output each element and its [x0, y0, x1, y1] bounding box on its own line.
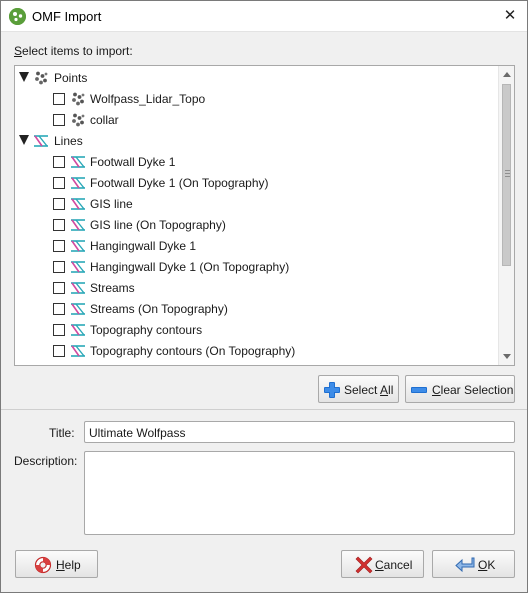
tree-item-label: Streams (On Topography): [90, 302, 228, 316]
tree-group-lines[interactable]: Lines: [15, 130, 499, 151]
omf-import-dialog: OMF Import ✕ Select items to import: Poi…: [0, 0, 528, 593]
item-checkbox[interactable]: [53, 303, 65, 315]
item-checkbox[interactable]: [53, 240, 65, 252]
lines-icon: [70, 154, 86, 170]
tree-group-label: Lines: [54, 134, 83, 148]
item-checkbox[interactable]: [53, 324, 65, 336]
tree-item[interactable]: Hangingwall Dyke 1 (On Topography): [15, 256, 499, 277]
tree-item[interactable]: Topography contours (On Topography): [15, 340, 499, 361]
plus-icon: [324, 382, 340, 398]
lines-icon: [70, 259, 86, 275]
lines-icon: [70, 196, 86, 212]
scroll-down-arrow-icon[interactable]: [503, 354, 511, 359]
lines-icon: [70, 217, 86, 233]
items-tree[interactable]: Points Wolfpass_Lidar_Topocollar Lines Foot…: [14, 65, 515, 366]
tree-item-label: Topography contours (On Topography): [90, 344, 296, 358]
ok-button[interactable]: OK: [432, 550, 515, 578]
title-field[interactable]: Ultimate Wolfpass: [84, 421, 515, 443]
item-checkbox[interactable]: [53, 198, 65, 210]
tree-group-points[interactable]: Points: [15, 67, 499, 88]
scroll-thumb[interactable]: [502, 84, 511, 266]
tree-group-label: Points: [54, 71, 88, 85]
item-checkbox[interactable]: [53, 282, 65, 294]
tree-item-label: Topography contours: [90, 323, 203, 337]
item-checkbox[interactable]: [53, 345, 65, 357]
item-checkbox[interactable]: [53, 114, 65, 126]
tree-item-label: GIS line: [90, 197, 133, 211]
lines-icon: [70, 175, 86, 191]
tree-item[interactable]: Hangingwall Dyke 1: [15, 235, 499, 256]
app-logo-icon: [9, 8, 26, 25]
scroll-up-arrow-icon[interactable]: [503, 72, 511, 77]
title-label: Title:: [49, 426, 75, 440]
lines-icon: [70, 301, 86, 317]
lines-icon: [70, 364, 86, 365]
item-checkbox[interactable]: [53, 93, 65, 105]
tree-item-label: Footwall Dyke 1: [90, 155, 176, 169]
clear-selection-button[interactable]: Clear Selection: [405, 375, 515, 403]
tree-item-label: Streams: [90, 281, 135, 295]
points-icon: [33, 70, 49, 86]
description-field[interactable]: [84, 451, 515, 535]
scroll-grip: [505, 170, 510, 171]
section-divider: [1, 409, 527, 410]
tree-item[interactable]: GIS line (On Topography): [15, 214, 499, 235]
tree-item-label: Hangingwall Dyke 1 (On Topography): [90, 260, 290, 274]
tree-label: Select items to import:: [14, 44, 133, 58]
item-checkbox[interactable]: [53, 156, 65, 168]
close-icon[interactable]: ✕: [499, 6, 521, 26]
select-all-button[interactable]: Select All: [318, 375, 399, 403]
tree-item[interactable]: Footwall Dyke 1 (On Topography): [15, 172, 499, 193]
select-all-label: Select All: [344, 383, 394, 397]
red-x-icon: [355, 556, 373, 574]
tree-item[interactable]: Footwall Dyke 1: [15, 151, 499, 172]
tree-item[interactable]: collar: [15, 109, 499, 130]
points-icon: [70, 112, 86, 128]
cancel-label: Cancel: [375, 558, 413, 572]
tree-item-label: Footwall Dyke 1 (On Topography): [90, 176, 269, 190]
scroll-grip: [505, 176, 510, 177]
lines-icon: [70, 238, 86, 254]
item-checkbox[interactable]: [53, 261, 65, 273]
collapse-arrow-icon[interactable]: [19, 135, 29, 145]
enter-arrow-icon: [455, 557, 475, 573]
tree-item[interactable]: Wolfpass_Lidar_Topo: [15, 88, 499, 109]
title-bar[interactable]: OMF Import ✕: [1, 1, 527, 32]
tree-item[interactable]: Streams (On Topography): [15, 298, 499, 319]
tree-item[interactable]: GIS line: [15, 193, 499, 214]
description-label: Description:: [14, 454, 78, 468]
ok-label: OK: [478, 558, 496, 572]
points-icon: [70, 91, 86, 107]
lines-icon: [70, 343, 86, 359]
item-checkbox[interactable]: [53, 219, 65, 231]
tree-item-label: Wolfpass_Lidar_Topo: [90, 92, 206, 106]
help-label: Help: [56, 558, 81, 572]
item-checkbox[interactable]: [53, 177, 65, 189]
tree-item[interactable]: [15, 361, 499, 365]
tree-item[interactable]: Streams: [15, 277, 499, 298]
lines-icon: [33, 133, 49, 149]
tree-item-label: GIS line (On Topography): [90, 218, 226, 232]
tree-item-label: collar: [90, 113, 119, 127]
lines-icon: [70, 280, 86, 296]
clear-selection-label: Clear Selection: [432, 383, 514, 397]
tree-item-label: Hangingwall Dyke 1: [90, 239, 197, 253]
scroll-grip: [505, 173, 510, 174]
cancel-button[interactable]: Cancel: [341, 550, 424, 578]
collapse-arrow-icon[interactable]: [19, 72, 29, 82]
tree-scrollbar[interactable]: [498, 66, 514, 365]
tree-item[interactable]: Topography contours: [15, 319, 499, 340]
window-title: OMF Import: [32, 9, 102, 24]
help-button[interactable]: Help: [15, 550, 98, 578]
lines-icon: [70, 322, 86, 338]
lifebuoy-icon: [34, 556, 52, 574]
minus-icon: [411, 387, 427, 393]
